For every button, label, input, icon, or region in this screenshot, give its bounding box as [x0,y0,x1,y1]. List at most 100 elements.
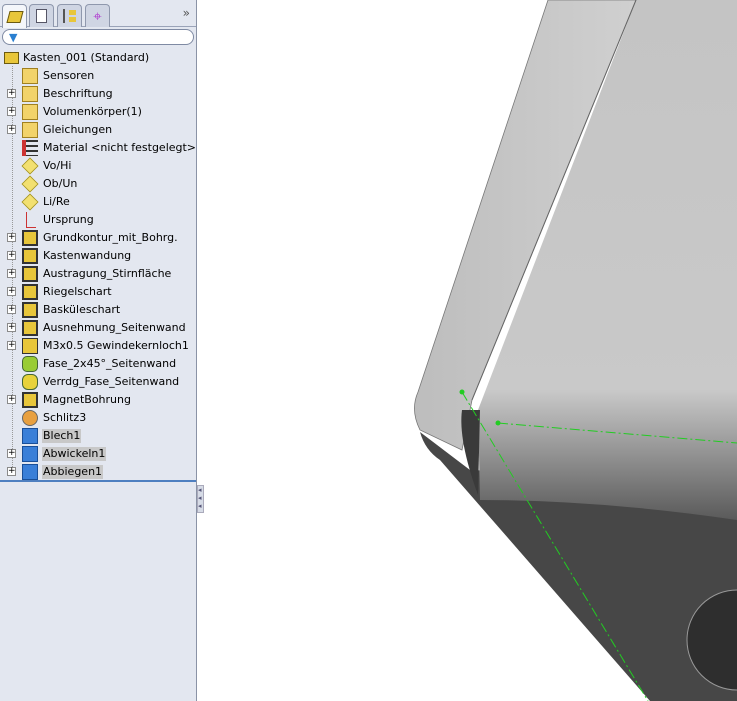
expand-icon[interactable]: + [7,251,16,260]
expand-icon[interactable]: + [7,449,16,458]
tree-item[interactable]: + M3x0.5 Gewindekernloch1 [0,337,196,355]
extrude-icon [22,302,38,318]
tree-item[interactable]: + Abbiegen1 [0,463,196,481]
tab-configuration-manager[interactable] [57,4,82,27]
sketch-point [459,389,465,395]
expand-icon[interactable]: + [7,467,16,476]
tree-item-label: Fase_2x45°_Seitenwand [43,357,177,370]
tree-item[interactable]: + Volumenkörper(1) [0,103,196,121]
tree-item[interactable]: Schlitz3 [0,409,196,427]
fillet-icon [22,374,38,390]
tree-item[interactable]: Vo/Hi [0,157,196,175]
tab-feature-manager[interactable] [2,4,27,28]
hole-wizard-icon [22,338,38,354]
panel-divider[interactable] [0,480,196,482]
sheet-metal-icon [22,428,38,444]
tree-item[interactable]: + Grundkontur_mit_Bohrg. [0,229,196,247]
tree-item[interactable]: + Austragung_Stirnfläche [0,265,196,283]
expand-icon[interactable]: + [7,269,16,278]
expand-icon[interactable]: + [7,287,16,296]
target-icon: ⌖ [93,7,102,25]
tree-item[interactable]: + Riegelschart [0,283,196,301]
tree-item[interactable]: + Kastenwandung [0,247,196,265]
expand-icon[interactable]: + [7,233,16,242]
feature-manager-panel: ⌖ » ▼ Kasten_001 (Standard) Sensoren + Bes… [0,0,197,701]
plane-icon [21,157,39,175]
tree-item-label: Gleichungen [43,123,113,136]
extrude-icon [22,230,38,246]
tree-item[interactable]: Li/Re [0,193,196,211]
tree-item[interactable]: + Abwickeln1 [0,445,196,463]
tree-item[interactable]: + Beschriftung [0,85,196,103]
expand-icon[interactable]: + [7,89,16,98]
equations-folder-icon [22,122,38,138]
tree-item[interactable]: + Gleichungen [0,121,196,139]
tree-item[interactable]: Ursprung [0,211,196,229]
tree-item-label: Material <nicht festgelegt> [43,141,197,154]
annotation-folder-icon [22,86,38,102]
tab-property-manager[interactable] [29,4,54,27]
tree-item-label: Beschriftung [43,87,113,100]
tree-item-label: Kastenwandung [43,249,132,262]
chamfer-icon [22,356,38,372]
plane-icon [21,175,39,193]
tree-item-label: Basküleschart [43,303,121,316]
tree-item-label: Grundkontur_mit_Bohrg. [43,231,178,244]
tree-item-label: Ausnehmung_Seitenwand [43,321,186,334]
filter-input[interactable]: ▼ [2,29,194,45]
tab-dimxpert-manager[interactable]: ⌖ [85,4,110,27]
tree-item-label: Riegelschart [43,285,112,298]
tree-item-label: Abwickeln1 [42,447,107,461]
expand-icon[interactable]: + [7,107,16,116]
tree-root[interactable]: Kasten_001 (Standard) [0,49,196,67]
extrude-icon [22,248,38,264]
tree-item[interactable]: Fase_2x45°_Seitenwand [0,355,196,373]
tree-item[interactable]: Blech1 [0,427,196,445]
plane-icon [21,193,39,211]
tree-item-label: Blech1 [42,429,82,443]
part-icon [5,10,24,23]
more-tabs-button[interactable]: » [183,6,190,20]
tree-item-label: Ob/Un [43,177,78,190]
part-icon [4,52,19,64]
rip-icon [22,410,38,426]
extrude-icon [22,320,38,336]
unfold-icon [22,446,38,462]
origin-icon [26,212,36,228]
configuration-icon [63,9,76,23]
tree-item-label: Ursprung [43,213,94,226]
solid-bodies-folder-icon [22,104,38,120]
material-icon [22,140,38,156]
sketch-point [495,420,501,426]
graphics-viewport[interactable] [198,0,737,701]
expand-icon[interactable]: + [7,395,16,404]
tree-item-label: Vo/Hi [43,159,72,172]
tree-item[interactable]: Material <nicht festgelegt> [0,139,196,157]
tree-item[interactable]: + Ausnehmung_Seitenwand [0,319,196,337]
tree-item-label: Li/Re [43,195,70,208]
expand-icon[interactable]: + [7,125,16,134]
extrude-icon [22,284,38,300]
sensor-folder-icon [22,68,38,84]
clipboard-icon [36,9,47,23]
tree-root-label: Kasten_001 (Standard) [23,51,150,64]
expand-icon[interactable]: + [7,305,16,314]
expand-icon[interactable]: + [7,341,16,350]
extrude-icon [22,266,38,282]
tree-item-label: Abbiegen1 [42,465,104,479]
tree-item[interactable]: Verrdg_Fase_Seitenwand [0,373,196,391]
manager-tabs: ⌖ » [0,0,196,28]
extrude-icon [22,392,38,408]
tree-item-label: Austragung_Stirnfläche [43,267,172,280]
filter-icon: ▼ [9,31,18,44]
tree-item[interactable]: + Basküleschart [0,301,196,319]
tree-item[interactable]: + MagnetBohrung [0,391,196,409]
tree-item-label: Sensoren [43,69,95,82]
tree-item-label: MagnetBohrung [43,393,131,406]
tree-item[interactable]: Ob/Un [0,175,196,193]
fold-icon [22,464,38,480]
tree-item[interactable]: Sensoren [0,67,196,85]
tree-item-label: Schlitz3 [43,411,87,424]
tree-item-label: Volumenkörper(1) [43,105,142,118]
expand-icon[interactable]: + [7,323,16,332]
